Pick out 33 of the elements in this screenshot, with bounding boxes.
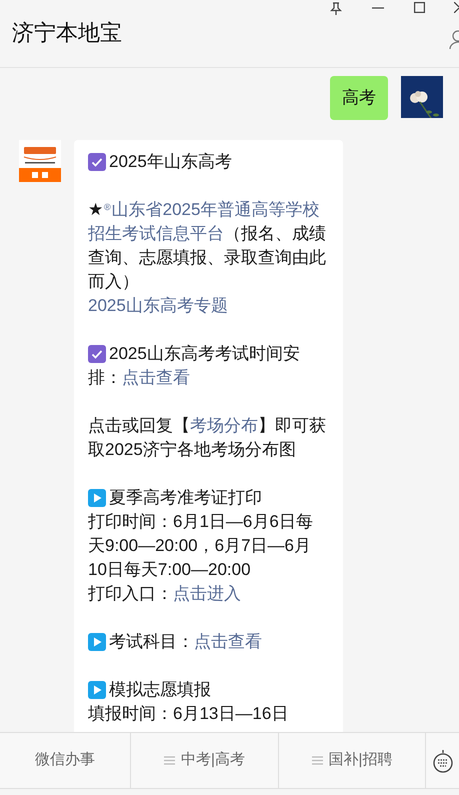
pin-icon[interactable] xyxy=(330,2,342,16)
link[interactable]: 考场分布 xyxy=(190,414,258,438)
window-title: 济宁本地宝 xyxy=(12,19,122,47)
message-text: 2025山东高考考试时间安 排：点击查看 xyxy=(88,342,337,390)
link[interactable]: 招生考试信息平台 xyxy=(88,222,224,246)
play-icon xyxy=(88,633,106,651)
play-icon xyxy=(88,681,106,699)
link[interactable]: 点击查看 xyxy=(122,366,190,390)
message-text: 点击或回复【考场分布】即可获 取2025济宁各地考场分布图 xyxy=(88,414,327,461)
keyboard-icon[interactable] xyxy=(432,748,454,774)
close-icon[interactable] xyxy=(454,2,459,13)
menu-button[interactable]: 中考|高考 xyxy=(130,733,278,788)
link[interactable]: 点击查看 xyxy=(194,630,262,654)
maximize-icon[interactable] xyxy=(414,2,425,13)
minimize-icon[interactable] xyxy=(372,7,384,9)
person-icon[interactable] xyxy=(449,30,459,50)
message-text: 夏季高考准考证打印 打印时间：6月1日—6月6日每 天9:00—20:00，6月7日—6月 10日每天7:00—20:00 打印入口：点击进入 xyxy=(88,486,337,606)
link[interactable]: 山东省2025年普通高等学校 xyxy=(112,198,320,222)
message-text: 考试科目：点击查看 xyxy=(88,630,337,654)
message-bubble: 高考 xyxy=(330,76,388,120)
play-icon xyxy=(88,489,106,507)
message-text: ★®山东省2025年普通高等学校 招生考试信息平台（报名、成绩 查询、志愿填报、录取查询由此 而入） 2025山东高考专题 xyxy=(88,198,337,318)
menu-button[interactable]: 国补|招聘 xyxy=(278,733,425,788)
checkbox-icon xyxy=(88,153,106,171)
link[interactable]: 点击进入 xyxy=(173,582,241,606)
link[interactable]: 2025山东高考专题 xyxy=(88,294,228,318)
message-text: 模拟志愿填报 填报时间：6月13日—16日 xyxy=(88,679,290,725)
message-text: 2025年山东高考 xyxy=(88,150,337,174)
checkbox-icon xyxy=(88,345,106,363)
menu-icon xyxy=(312,756,323,765)
logo-icon xyxy=(19,140,61,182)
menu-button[interactable]: 微信办事 xyxy=(0,733,130,788)
menu-icon xyxy=(164,756,176,765)
